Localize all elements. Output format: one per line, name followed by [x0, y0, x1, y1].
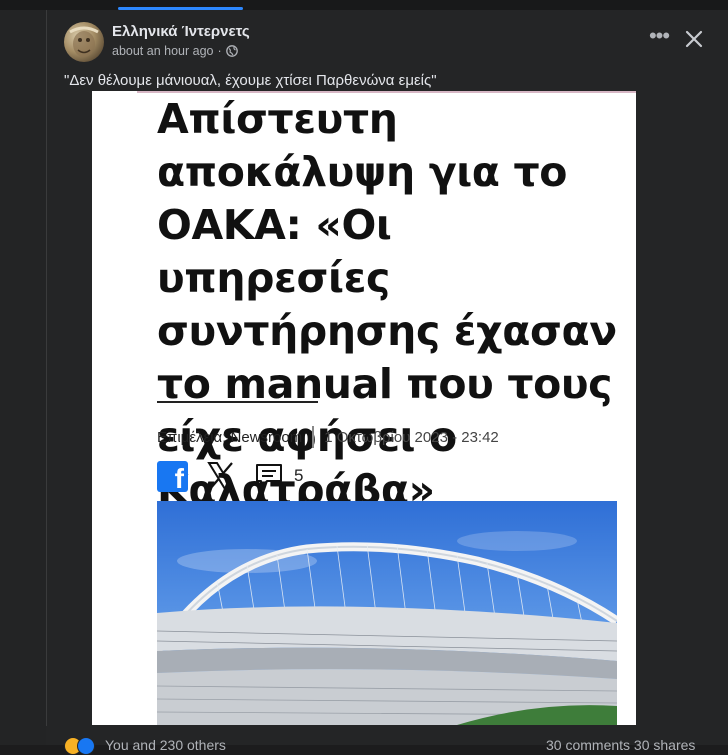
left-gutter	[0, 10, 46, 745]
x-icon	[207, 462, 235, 490]
article-image[interactable]: Απίστευτη αποκάλυψη για το ΟΑΚΑ: «Οι υπη…	[92, 91, 636, 725]
stadium-photo	[157, 501, 617, 725]
facebook-icon: f	[157, 460, 188, 494]
top-bar	[0, 0, 728, 10]
globe-icon	[225, 45, 238, 57]
post-caption: "Δεν θέλουμε μάνιουαλ, έχουμε χτίσει Παρ…	[64, 72, 437, 89]
author-name[interactable]: Ελληνικά Ίντερνετς	[112, 23, 250, 40]
article-byline: Επιμέλεια: Newsroom 1 Οκτωβρίου 2023 - 2…	[157, 426, 499, 448]
reactions-count[interactable]: You and 230 others	[105, 737, 226, 753]
comment-count: 5	[294, 466, 304, 485]
like-reaction-icon	[77, 737, 95, 755]
avatar[interactable]	[64, 22, 104, 62]
share-bar: f 5	[157, 460, 304, 494]
byline-date: 1 Οκτωβρίου 2023 - 23:42	[324, 428, 499, 446]
article-headline: Απίστευτη αποκάλυψη για το ΟΑΚΑ: «Οι υπη…	[157, 95, 617, 514]
byline-separator	[312, 426, 315, 448]
more-options-icon[interactable]: •••	[647, 25, 671, 51]
meta-separator: ·	[217, 44, 222, 58]
post-timestamp[interactable]: about an hour ago	[112, 44, 213, 58]
comment-icon	[256, 464, 282, 488]
headline-divider	[157, 401, 318, 403]
comments-shares-count[interactable]: 30 comments 30 shares	[546, 737, 695, 753]
post-footer: You and 230 others 30 comments 30 shares	[46, 726, 728, 755]
reaction-icons[interactable]	[64, 737, 95, 755]
close-icon[interactable]	[681, 26, 707, 52]
post-meta: about an hour ago ·	[112, 44, 238, 58]
byline-author: Επιμέλεια: Newsroom	[157, 428, 303, 446]
